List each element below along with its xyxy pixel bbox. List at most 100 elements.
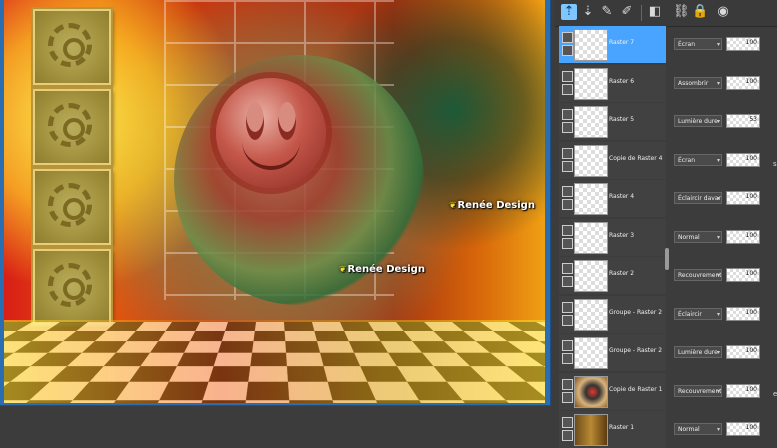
layer-thumbnail bbox=[574, 414, 608, 446]
layer-thumbnail bbox=[574, 337, 608, 369]
layer-thumbnail bbox=[574, 183, 608, 215]
blend-mode-dropdown[interactable]: Normal ▾ bbox=[674, 230, 722, 243]
layer-name-area[interactable]: Raster 7 bbox=[559, 26, 666, 63]
layers-toolbar: ⇡ ⇣ ✎ ✐ ◧ ⛓ 🔒 ◉ bbox=[555, 0, 777, 27]
blend-mode-value: Normal bbox=[678, 233, 700, 241]
blend-mode-dropdown[interactable]: Écran ▾ bbox=[674, 153, 722, 166]
gear-icon bbox=[48, 103, 92, 147]
watermark-text: Renée Design bbox=[457, 200, 535, 211]
mask-icon[interactable]: ◧ bbox=[647, 4, 663, 20]
layer-visibility-toggle[interactable] bbox=[562, 32, 573, 43]
layer-visibility-toggle[interactable] bbox=[562, 147, 573, 159]
blend-mode-value: Normal bbox=[678, 426, 700, 433]
opacity-field[interactable]: 100 bbox=[726, 229, 760, 244]
opacity-field[interactable]: 100 bbox=[726, 37, 760, 51]
layer-thumbnail bbox=[574, 221, 608, 254]
layer-lock-toggle[interactable] bbox=[562, 276, 573, 287]
layer-visibility-toggle[interactable] bbox=[562, 186, 573, 197]
chevron-down-icon: ▾ bbox=[716, 426, 720, 433]
layer-row[interactable]: Groupe - Raster 2 Éclaircir ▾ 100 bbox=[559, 295, 773, 333]
layer-row[interactable]: Copie de Raster 1 Recouvrement ▾ 100 bbox=[559, 372, 773, 410]
opacity-field[interactable]: 100 bbox=[726, 422, 760, 436]
panel-splitter[interactable] bbox=[665, 248, 669, 270]
new-vector-layer-icon[interactable]: ⇣ bbox=[580, 4, 596, 20]
layer-name-area[interactable]: Groupe - Raster 2 bbox=[559, 334, 666, 371]
opacity-value: 53 bbox=[749, 116, 757, 123]
layer-visibility-toggle[interactable] bbox=[562, 378, 573, 390]
layer-visibility-toggle[interactable] bbox=[562, 70, 573, 82]
left-eye bbox=[246, 102, 264, 140]
layer-row[interactable]: Copie de Raster 4 Écran ▾ 100 bbox=[559, 141, 773, 179]
layer-row[interactable]: Raster 4 Éclaircir davantage▾ 100 bbox=[559, 180, 773, 217]
blend-mode-dropdown[interactable]: Normal ▾ bbox=[674, 423, 722, 435]
opacity-field[interactable]: 100 bbox=[726, 268, 760, 282]
layer-name-area[interactable]: Copie de Raster 4 bbox=[559, 141, 666, 179]
leaf-icon: ❦ bbox=[449, 201, 457, 211]
layer-lock-toggle[interactable] bbox=[562, 160, 573, 172]
opacity-field[interactable]: 100 bbox=[726, 191, 760, 205]
opacity-field[interactable]: 100 bbox=[726, 75, 760, 90]
opacity-field[interactable]: 53 bbox=[726, 114, 760, 128]
blend-mode-dropdown[interactable]: Recouvrement ▾ bbox=[674, 384, 722, 397]
layer-lock-toggle[interactable] bbox=[562, 391, 573, 403]
blend-mode-dropdown[interactable]: Recouvrement ▾ bbox=[674, 269, 722, 281]
layer-visibility-toggle[interactable] bbox=[562, 417, 573, 428]
blend-mode-dropdown[interactable]: Lumière dure ▾ bbox=[674, 346, 722, 358]
smiley-face-graphic bbox=[216, 78, 326, 188]
brush-icon[interactable]: ✐ bbox=[619, 4, 635, 20]
layer-thumbnail bbox=[574, 144, 608, 177]
layer-properties: Écran ▾ 100 bbox=[670, 26, 773, 63]
layer-row[interactable]: Raster 1 Normal ▾ 100 bbox=[559, 411, 773, 448]
blend-mode-dropdown[interactable]: Éclaircir ▾ bbox=[674, 307, 722, 320]
layer-lock-toggle[interactable] bbox=[562, 237, 573, 249]
image-canvas[interactable]: ❦Renée Design ❦Renée Design bbox=[4, 0, 545, 403]
layer-row[interactable]: Raster 7 Écran ▾ 100 bbox=[559, 26, 773, 63]
opacity-value: 100 bbox=[745, 39, 757, 46]
layer-visibility-toggle[interactable] bbox=[562, 263, 573, 274]
layer-row[interactable]: Raster 5 Lumière dure ▾ 53 bbox=[559, 103, 773, 140]
blend-mode-dropdown[interactable]: Écran ▾ bbox=[674, 38, 722, 50]
layer-lock-toggle[interactable] bbox=[562, 199, 573, 210]
paint-icon[interactable]: ✎ bbox=[599, 4, 615, 20]
floor-tint bbox=[4, 320, 545, 403]
layer-visibility-toggle[interactable] bbox=[562, 301, 573, 313]
add-icon[interactable]: ◉ bbox=[715, 4, 731, 20]
layer-name: Raster 4 bbox=[609, 193, 635, 200]
blend-mode-dropdown[interactable]: Assombrir ▾ bbox=[674, 76, 722, 89]
layer-row[interactable]: Groupe - Raster 2 Lumière dure ▾ 100 bbox=[559, 334, 773, 371]
layer-name-area[interactable]: Raster 5 bbox=[559, 103, 666, 140]
layer-lock-toggle[interactable] bbox=[562, 430, 573, 441]
blend-mode-dropdown[interactable]: Lumière dure ▾ bbox=[674, 115, 722, 127]
layer-visibility-toggle[interactable] bbox=[562, 109, 573, 120]
layer-lock-toggle[interactable] bbox=[562, 83, 573, 95]
layer-name-area[interactable]: Copie de Raster 1 bbox=[559, 372, 666, 410]
lock-icon[interactable]: 🔒 bbox=[692, 4, 708, 20]
link-icon[interactable]: ⛓ bbox=[673, 4, 690, 20]
layer-lock-toggle[interactable] bbox=[562, 314, 573, 326]
layer-lock-toggle[interactable] bbox=[562, 353, 573, 364]
layer-name-area[interactable]: Raster 2 bbox=[559, 257, 666, 294]
layer-name: Raster 5 bbox=[609, 116, 635, 123]
opacity-value: 100 bbox=[745, 193, 757, 200]
layer-name-area[interactable]: Raster 4 bbox=[559, 180, 666, 217]
layer-row[interactable]: Raster 6 Assombrir ▾ 100 bbox=[559, 64, 773, 102]
layer-lock-toggle[interactable] bbox=[562, 122, 573, 133]
blend-mode-dropdown[interactable]: Éclaircir davantage▾ bbox=[674, 192, 722, 204]
layer-name-area[interactable]: Raster 3 bbox=[559, 218, 666, 256]
opacity-field[interactable]: 100 bbox=[726, 152, 760, 167]
layer-lock-toggle[interactable] bbox=[562, 45, 573, 56]
opacity-field[interactable]: 100 bbox=[726, 383, 760, 398]
layer-name: Groupe - Raster 2 bbox=[609, 347, 663, 354]
chevron-down-icon: ▾ bbox=[716, 79, 720, 87]
opacity-field[interactable]: 100 bbox=[726, 345, 760, 359]
layer-name-area[interactable]: Raster 6 bbox=[559, 64, 666, 102]
layer-visibility-toggle[interactable] bbox=[562, 224, 573, 236]
opacity-field[interactable]: 100 bbox=[726, 306, 760, 321]
layer-visibility-toggle[interactable] bbox=[562, 340, 573, 351]
layer-name-area[interactable]: Groupe - Raster 2 bbox=[559, 295, 666, 333]
layer-thumbnail bbox=[574, 260, 608, 292]
toolbar-separator bbox=[641, 5, 642, 21]
new-raster-layer-icon[interactable]: ⇡ bbox=[561, 4, 577, 20]
layer-name-area[interactable]: Raster 1 bbox=[559, 411, 666, 448]
layer-name: Groupe - Raster 2 bbox=[609, 308, 663, 316]
